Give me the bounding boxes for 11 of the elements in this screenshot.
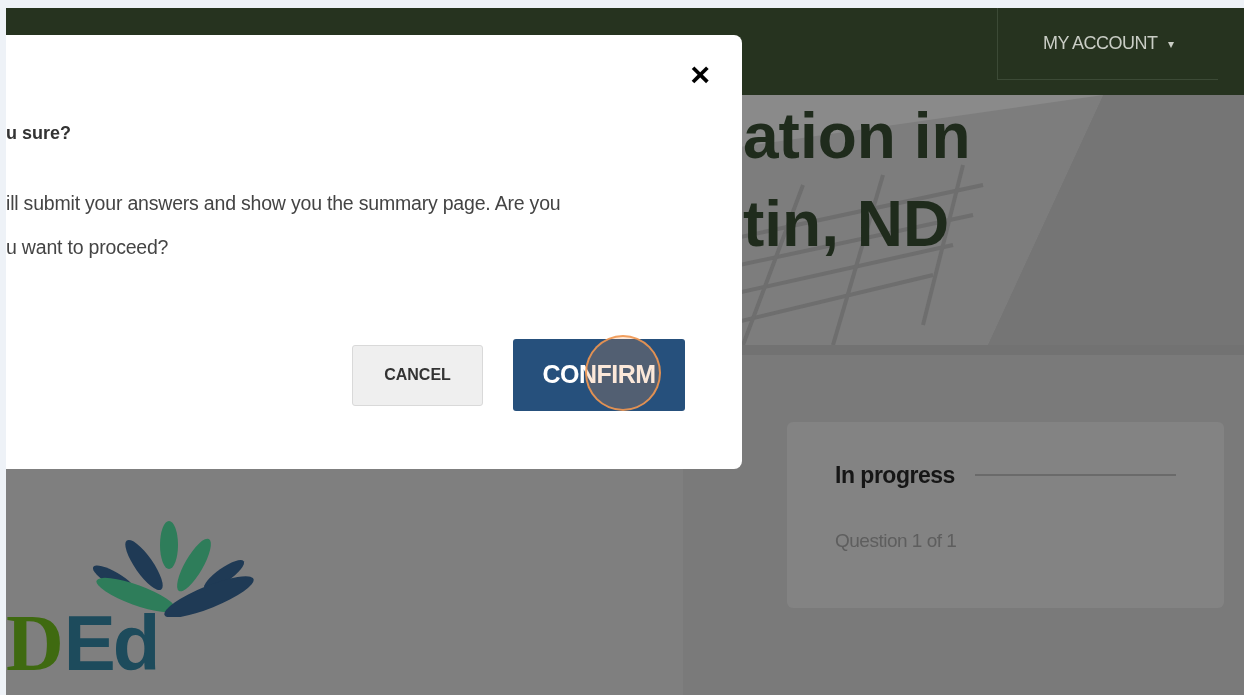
logo-text: D (6, 603, 64, 683)
caret-icon: ▾ (1167, 34, 1174, 53)
account-menu[interactable]: MY ACCOUNT ▾ (1042, 30, 1174, 57)
hero-heading: ation in (743, 99, 972, 174)
modal-message: ill submit your answers and show you the summary page. Are you u want to proceed? (6, 191, 561, 260)
hero-heading: tin, ND (743, 187, 951, 262)
close-button[interactable]: × (686, 57, 714, 91)
logo-text: Ed (63, 604, 158, 682)
progress-title: In progress (835, 461, 955, 490)
modal-title: u sure? (6, 123, 71, 145)
cancel-button[interactable]: CANCEL (352, 344, 483, 406)
